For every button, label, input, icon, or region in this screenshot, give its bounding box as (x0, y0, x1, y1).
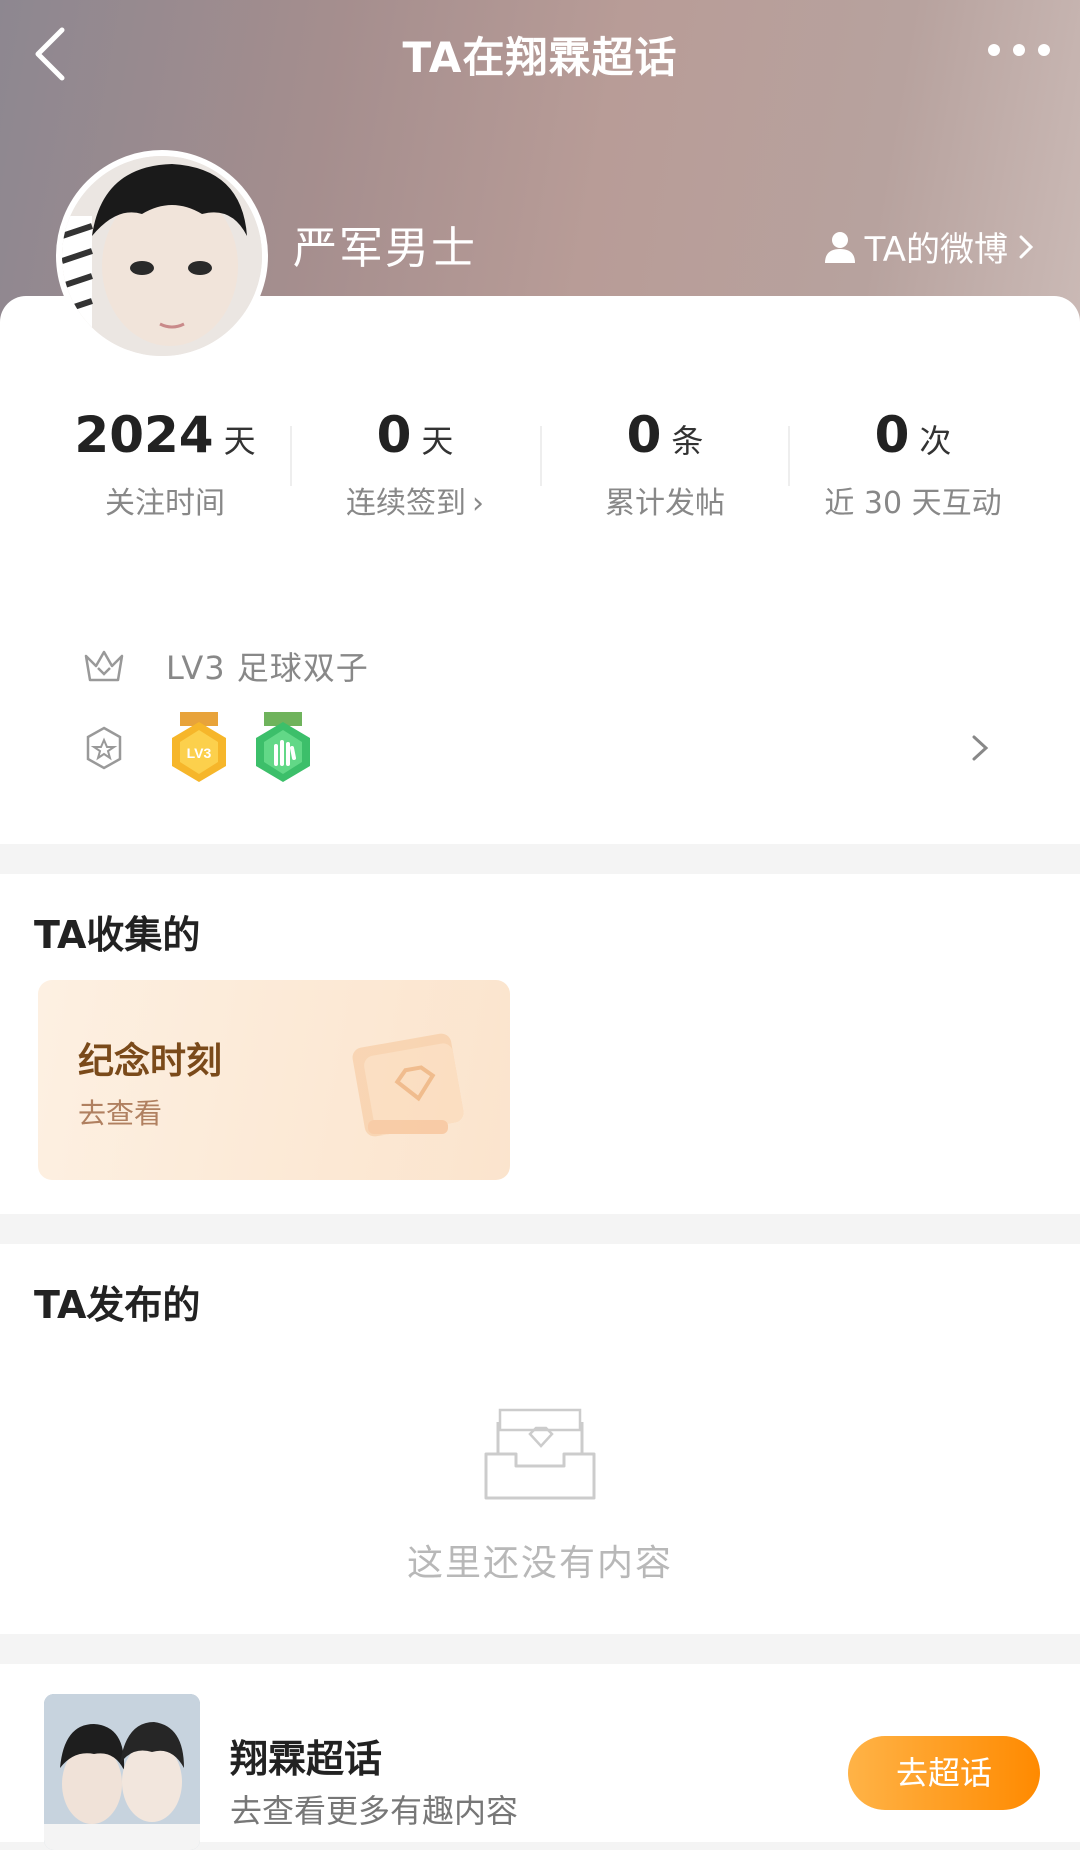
memorial-card[interactable]: 纪念时刻 去查看 (38, 980, 510, 1180)
user-icon (824, 231, 855, 263)
weibo-link-label: TA的微博 (864, 230, 1008, 270)
stat-unit: 天 (223, 422, 256, 460)
calendar-gem-icon (352, 1033, 464, 1137)
stat-unit: 次 (919, 422, 952, 460)
go-supertopic-button[interactable]: 去超话 (848, 1736, 1040, 1810)
topic-name: 翔霖超话 (230, 1737, 383, 1781)
topic-thumbnail[interactable] (44, 1694, 200, 1850)
badge-icon (86, 726, 122, 770)
stat-value: 2024 (74, 406, 214, 464)
stat-unit: 天 (421, 422, 454, 460)
svg-text:LV3: LV3 (187, 745, 212, 761)
stat-label: 关注时间 (105, 486, 225, 521)
avatar[interactable] (56, 150, 268, 362)
stat-checkin-days[interactable]: 0天 连续签到 › (290, 406, 540, 522)
topic-bar: 翔霖超话 去查看更多有趣内容 去超话 (0, 1664, 1080, 1850)
crown-icon (84, 650, 124, 682)
memorial-card-title: 纪念时刻 (78, 1041, 223, 1082)
page-title: TA在翔霖超话 (402, 33, 678, 82)
stat-follow-days: 2024 天 关注时间 (40, 406, 290, 522)
empty-state-text: 这里还没有内容 (406, 1543, 673, 1584)
stat-value: 0 (874, 406, 910, 464)
stat-label: 近 30 天互动 (824, 486, 1002, 521)
collected-title: TA收集的 (34, 913, 201, 957)
username: 严军男士 (293, 223, 477, 274)
avatar-image (62, 156, 262, 356)
level-row: LV3 足球双子 (82, 636, 369, 696)
stat-label-text: 连续签到 (346, 486, 466, 521)
chevron-right-icon (972, 735, 989, 761)
empty-box-icon (484, 1408, 596, 1500)
profile-card: 2024 天 关注时间 0天 连续签到 › 0条 累计发帖 0次 近 30 天互动 … (0, 296, 1080, 844)
stat-value: 0 (626, 406, 662, 464)
more-button[interactable] (984, 30, 1054, 70)
memorial-card-subtitle: 去查看 (78, 1097, 163, 1130)
medal-lv3-icon: LV3 (172, 712, 226, 782)
stat-interactions: 0次 近 30 天互动 (788, 406, 1038, 522)
more-dots-icon (988, 44, 1050, 56)
stat-label: 连续签到 › (290, 478, 540, 522)
nav-bar: TA在翔霖超话 (0, 0, 1080, 110)
stat-label: 累计发帖 (605, 486, 725, 521)
medal-row[interactable]: LV3 (82, 708, 1002, 788)
stat-value: 0 (376, 406, 412, 464)
chevron-right-icon (1019, 235, 1034, 258)
stat-total-posts: 0条 累计发帖 (540, 406, 790, 522)
medal-hand-icon (256, 712, 310, 782)
weibo-link[interactable]: TA的微博 (823, 222, 1036, 271)
published-title: TA发布的 (34, 1283, 201, 1327)
chevron-right-icon: › (472, 486, 484, 521)
stats-row: 2024 天 关注时间 0天 连续签到 › 0条 累计发帖 0次 近 30 天互动 (0, 406, 1080, 526)
topic-subtitle: 去查看更多有趣内容 (230, 1792, 519, 1830)
level-text: LV3 足球双子 (166, 649, 369, 687)
stat-unit: 条 (671, 422, 704, 460)
topic-thumbnail-image (44, 1694, 200, 1850)
